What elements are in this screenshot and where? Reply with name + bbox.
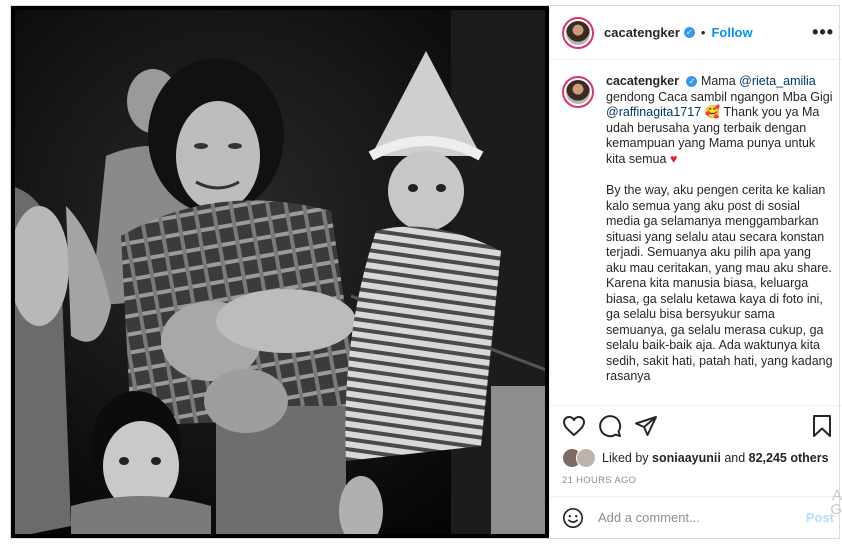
caption-text-1: Mama [700,74,736,88]
smile-icon[interactable] [562,507,584,529]
mention-link-2[interactable]: @raffinagita1717 [606,105,701,119]
post-sidebar: cacatengker ✓ • Follow ••• cacatengker ✓… [549,6,842,538]
comment-icon[interactable] [598,414,622,438]
likes-middle: and [724,451,746,465]
post-timestamp[interactable]: 21 HOURS AGO [550,471,842,496]
post-frame: cacatengker ✓ • Follow ••• cacatengker ✓… [10,5,842,539]
mention-link-1[interactable]: @rieta_amilia [739,74,816,88]
red-heart-emoji-icon: ♥ [669,151,678,166]
verified-badge-icon: ✓ [686,76,698,88]
caption-avatar[interactable] [562,76,594,108]
caption-text-2: gendong Caca sambil ngangon Mba Gigi [606,89,833,104]
likes-text: Liked by soniaayunii and 82,245 others [602,451,829,465]
bookmark-icon[interactable] [810,414,834,438]
share-icon[interactable] [634,414,658,438]
author-username[interactable]: cacatengker [604,25,680,40]
likes-row: Liked by soniaayunii and 82,245 others [550,445,842,471]
caption-paragraph-2: By the way, aku pengen cerita ke kalian … [606,183,833,383]
caption-text: cacatengker ✓ Mama @rieta_amilia gendong… [606,74,834,405]
separator-dot: • [700,25,706,40]
heart-icon[interactable] [562,414,586,438]
caption-area: cacatengker ✓ Mama @rieta_amilia gendong… [550,60,842,405]
smiling-face-emoji-icon: 🥰 [704,105,721,119]
post-header: cacatengker ✓ • Follow ••• [550,6,842,60]
comment-input[interactable] [596,509,790,526]
author-avatar[interactable] [562,16,594,49]
watermark-text: A G [830,487,842,518]
post-photo[interactable] [11,6,549,538]
follow-button[interactable]: Follow [711,25,752,40]
likes-prefix: Liked by [602,451,649,465]
verified-badge-icon: ✓ [683,27,695,38]
likes-count[interactable]: 82,245 others [749,451,829,465]
more-options-button[interactable]: ••• [812,22,834,43]
caption-username[interactable]: cacatengker [606,74,679,88]
liker-avatar [576,448,596,468]
comment-bar: Post A G [550,488,842,538]
liker-username[interactable]: soniaayunii [652,451,721,465]
action-bar [550,405,842,445]
